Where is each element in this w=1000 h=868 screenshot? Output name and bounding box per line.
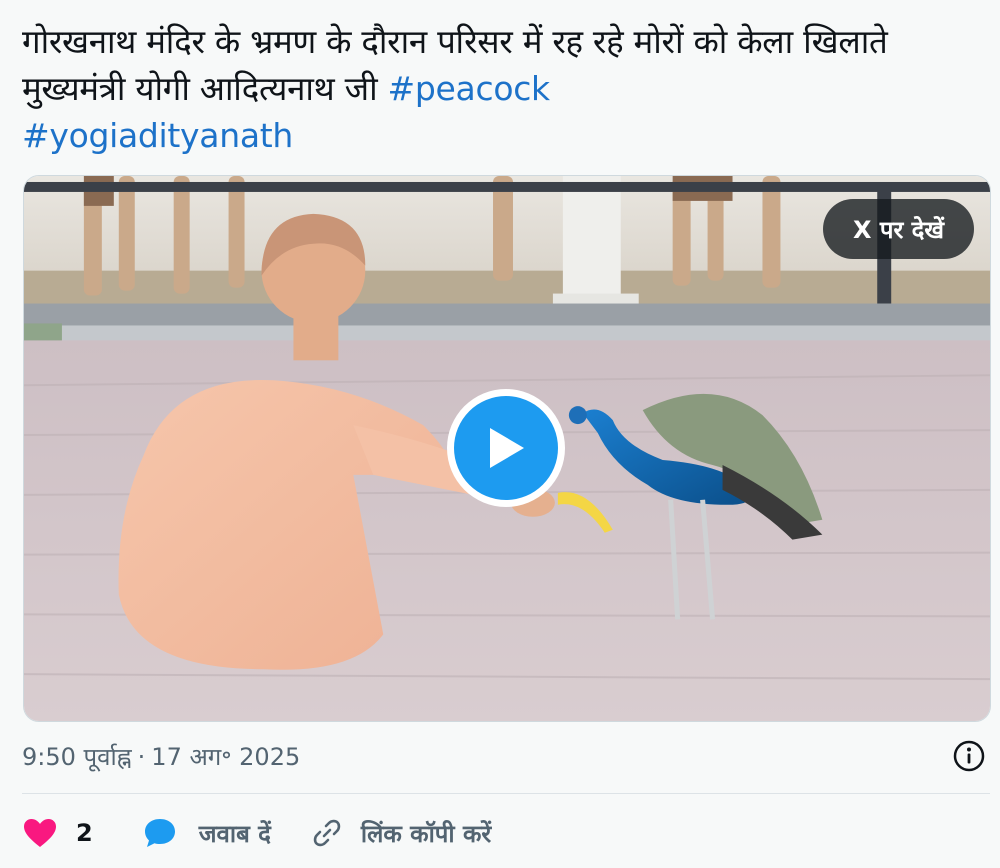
play-button[interactable] — [447, 389, 565, 507]
play-icon — [490, 428, 524, 468]
watch-on-x-button[interactable]: X पर देखें — [822, 199, 974, 259]
tweet-time: 9:50 पूर्वाह्न — [22, 743, 132, 771]
watch-on-x-label: X पर देखें — [852, 215, 944, 244]
play-button-circle — [454, 396, 558, 500]
heart-icon — [24, 819, 56, 847]
reply-button[interactable]: जवाब दें — [143, 817, 271, 850]
action-bar: 2 जवाब दें लिंक कॉपी करें — [22, 808, 491, 858]
link-icon — [313, 819, 341, 847]
tweet-card: गोरखनाथ मंदिर के भ्रमण के दौरान परिसर मे… — [0, 0, 1000, 868]
like-button[interactable]: 2 — [22, 817, 93, 849]
hashtag-yogiadityanath-link[interactable]: #yogiadityanath — [22, 116, 293, 155]
timestamp-separator: · — [137, 742, 146, 771]
hashtag-peacock-link[interactable]: #peacock — [388, 69, 551, 108]
speech-bubble-icon — [144, 819, 175, 847]
copy-link-button[interactable]: लिंक कॉपी करें — [311, 817, 491, 850]
reply-label: जवाब दें — [198, 819, 271, 848]
like-count: 2 — [76, 819, 93, 847]
info-icon[interactable] — [952, 739, 986, 773]
copy-link-label: लिंक कॉपी करें — [360, 819, 492, 848]
video-player[interactable]: X पर देखें — [23, 175, 991, 722]
tweet-date: 17 अग॰ 2025 — [151, 743, 301, 771]
tweet-timestamp[interactable]: 9:50 पूर्वाह्न · 17 अग॰ 2025 — [22, 740, 300, 773]
tweet-text: गोरखनाथ मंदिर के भ्रमण के दौरान परिसर मे… — [22, 18, 987, 159]
divider — [22, 793, 990, 794]
